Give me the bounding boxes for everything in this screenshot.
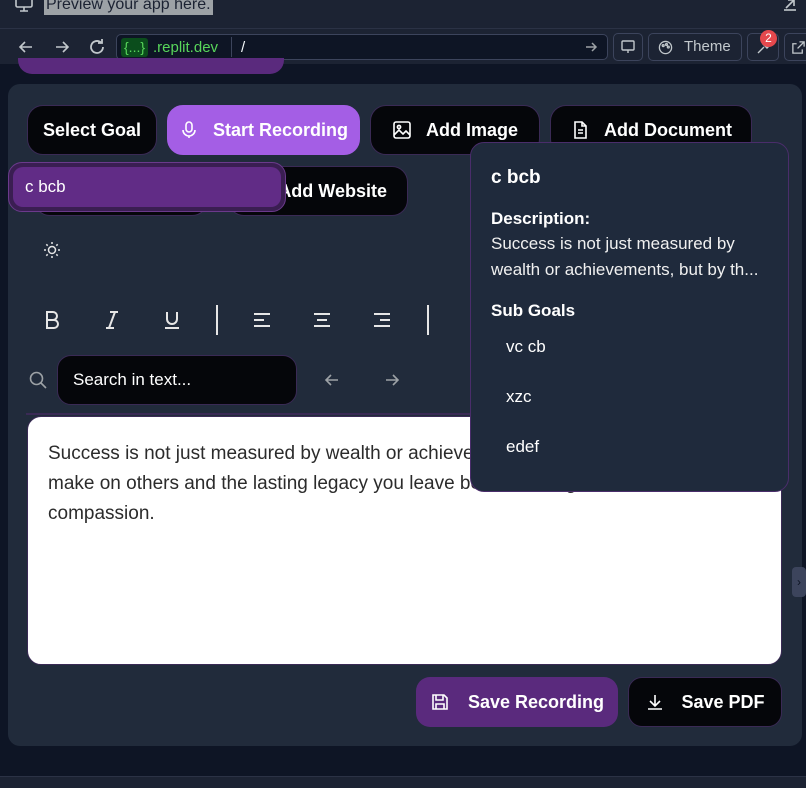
save-pdf-label: Save PDF (681, 691, 765, 712)
add-document-label: Add Document (604, 119, 732, 140)
add-website-label: Add Website (278, 180, 387, 201)
preview-placeholder-text: Preview your app here. (44, 0, 213, 15)
sub-goal-item[interactable]: xzc (491, 385, 768, 435)
theme-label: Theme (684, 38, 731, 55)
popover-description-line-2: wealth or achievements, but by th... (491, 260, 759, 279)
bold-icon[interactable] (40, 308, 64, 332)
select-goal-button[interactable]: Select Goal (27, 105, 157, 155)
start-recording-label: Start Recording (212, 119, 349, 140)
start-recording-button[interactable]: Start Recording (167, 105, 360, 155)
goal-dropdown-input[interactable]: c bcb (8, 162, 286, 212)
theme-button[interactable]: Theme (648, 33, 742, 61)
url-path[interactable]: / (241, 38, 245, 57)
url-repl-pill[interactable]: {...} (121, 38, 149, 57)
underline-icon[interactable] (160, 308, 184, 332)
italic-icon[interactable] (100, 308, 124, 332)
sub-goal-item[interactable]: vc cb (491, 335, 768, 385)
bottom-status-bar (0, 776, 806, 788)
reload-icon[interactable] (87, 37, 107, 57)
download-icon (648, 695, 663, 710)
open-new-tab-button[interactable] (784, 33, 806, 61)
app-root: Preview your app here. {...} .replit.dev… (0, 0, 806, 788)
back-arrow-icon[interactable] (16, 37, 36, 57)
document-icon (574, 121, 587, 139)
url-bar[interactable]: {...} .replit.dev / (116, 34, 608, 60)
external-link-icon (792, 41, 805, 54)
sub-goal-item[interactable]: edef (491, 435, 768, 485)
url-separator (231, 37, 232, 57)
popover-title: c bcb (491, 167, 541, 188)
devtools-button[interactable] (613, 33, 643, 61)
save-icon (432, 694, 448, 710)
align-right-icon[interactable] (370, 308, 394, 332)
goal-details-popover: c bcb Description: Success is not just m… (470, 142, 789, 492)
goal-dropdown-value: c bcb (13, 167, 281, 207)
preview-header: Preview your app here. (0, 0, 806, 28)
forward-arrow-icon[interactable] (52, 37, 72, 57)
popover-sub-goals-label: Sub Goals (491, 301, 576, 320)
toolbar-divider (216, 305, 218, 335)
url-domain: .replit.dev (153, 39, 219, 56)
header-element-partial (18, 58, 284, 74)
next-match-icon[interactable] (382, 370, 402, 390)
device-icon (621, 40, 635, 53)
save-recording-button[interactable]: Save Recording (416, 677, 618, 727)
search-icon (29, 371, 47, 389)
save-pdf-button[interactable]: Save PDF (628, 677, 782, 727)
go-arrow-icon[interactable] (583, 39, 599, 55)
palette-icon (658, 40, 673, 55)
save-recording-label: Save Recording (467, 691, 605, 712)
align-left-icon[interactable] (250, 308, 274, 332)
notification-badge: 2 (760, 30, 777, 47)
popover-description-line-1: Success is not just measured by (491, 234, 735, 253)
align-center-icon[interactable] (310, 308, 334, 332)
previous-match-icon[interactable] (322, 370, 342, 390)
popover-description-label: Description: (491, 209, 591, 228)
sun-icon[interactable] (42, 240, 62, 260)
expand-icon[interactable] (782, 0, 798, 12)
collapse-handle[interactable]: › (792, 567, 806, 597)
monitor-icon (15, 0, 33, 12)
add-image-label: Add Image (425, 119, 518, 140)
toolbar-divider (427, 305, 429, 335)
select-goal-label: Select Goal (42, 119, 142, 140)
image-icon (393, 121, 411, 139)
search-in-text-input[interactable]: Search in text... (57, 355, 297, 405)
microphone-icon (182, 121, 196, 138)
